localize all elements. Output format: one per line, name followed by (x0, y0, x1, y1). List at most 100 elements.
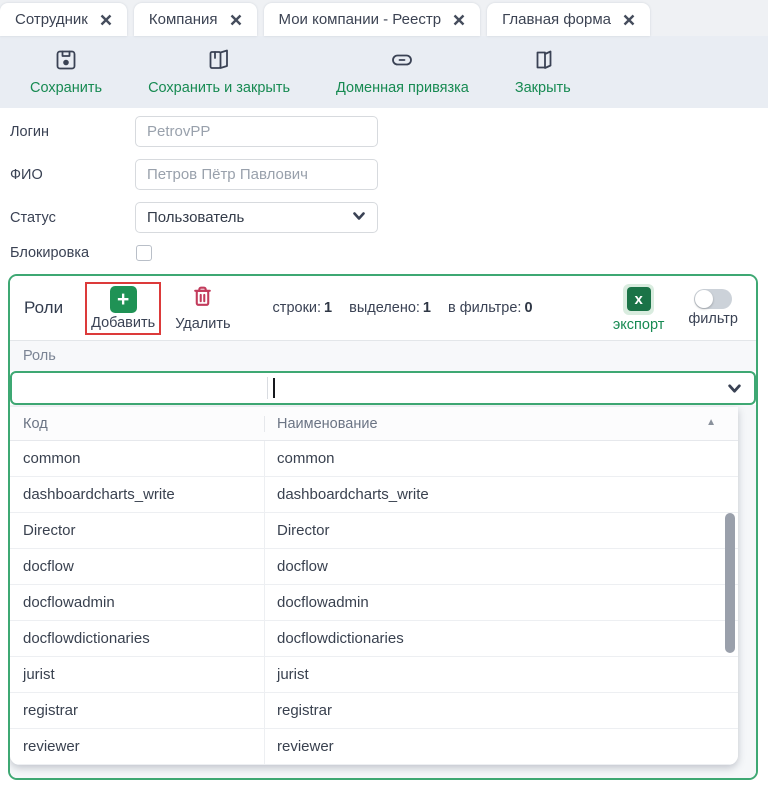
filter-toggle[interactable] (694, 289, 732, 309)
excel-export-label: экспорт (613, 317, 664, 333)
save-button[interactable]: Сохранить (30, 48, 102, 96)
roles-panel: Роли + Добавить Удалить строки:1 выделен… (8, 274, 758, 780)
employee-form: Логин PetrovPP ФИО Петров Пётр Павлович … (0, 108, 768, 261)
name-cell: docflowadmin (265, 585, 738, 620)
tab-employee[interactable]: Сотрудник (0, 3, 127, 36)
tab-my-companies-registry[interactable]: Мои компании - Реестр (264, 3, 481, 36)
status-value: Пользователь (147, 209, 244, 226)
roles-panel-header: Роли + Добавить Удалить строки:1 выделен… (10, 276, 756, 340)
delete-button-label: Удалить (175, 316, 230, 332)
name-cell: docflow (265, 549, 738, 584)
add-button-wrap: + Добавить (91, 286, 155, 331)
code-cell: reviewer (10, 729, 265, 764)
save-and-close-icon (207, 48, 231, 77)
dropdown-row[interactable]: dashboardcharts_write dashboardcharts_wr… (10, 477, 738, 513)
login-input[interactable]: PetrovPP (135, 116, 378, 147)
filter-toggle-wrap: фильтр (688, 289, 738, 327)
role-dropdown: Код Наименование ▲ common common dashboa… (10, 407, 738, 765)
dropdown-row[interactable]: docflow docflow (10, 549, 738, 585)
tab-label: Главная форма (502, 11, 611, 28)
tab-close-icon[interactable] (230, 14, 242, 26)
fio-value: Петров Пётр Павлович (147, 166, 308, 183)
code-cell: dashboardcharts_write (10, 477, 265, 512)
tab-company[interactable]: Компания (134, 3, 257, 36)
name-cell: registrar (265, 693, 738, 728)
name-cell: jurist (265, 657, 738, 692)
code-cell: docflowadmin (10, 585, 265, 620)
domain-link-icon (390, 48, 414, 77)
combobox-divider (267, 377, 268, 399)
name-cell: dashboardcharts_write (265, 477, 738, 512)
block-checkbox[interactable] (136, 245, 152, 261)
code-column-header[interactable]: Код (10, 416, 265, 432)
vertical-scrollbar-thumb[interactable] (725, 513, 735, 653)
roles-grid-body: Код Наименование ▲ common common dashboa… (10, 405, 756, 780)
status-label: Статус (10, 210, 135, 226)
save-and-close-button[interactable]: Сохранить и закрыть (148, 48, 290, 96)
tab-main-form[interactable]: Главная форма (487, 3, 650, 36)
form-toolbar: Сохранить Сохранить и закрыть Доменная п… (0, 36, 768, 108)
tab-close-icon[interactable] (623, 14, 635, 26)
dropdown-row[interactable]: docflowadmin docflowadmin (10, 585, 738, 621)
name-column-header[interactable]: Наименование (265, 416, 738, 432)
close-button[interactable]: Закрыть (515, 48, 571, 96)
domain-binding-button[interactable]: Доменная привязка (336, 48, 469, 96)
delete-button[interactable]: Удалить (175, 284, 230, 332)
dropdown-rows: common common dashboardcharts_write dash… (10, 441, 738, 765)
rows-counter: строки:1 (273, 300, 333, 316)
code-cell: jurist (10, 657, 265, 692)
filtered-counter: в фильтре:0 (448, 300, 533, 316)
trash-icon (190, 284, 215, 314)
dropdown-row[interactable]: docflowdictionaries docflowdictionaries (10, 621, 738, 657)
tab-close-icon[interactable] (100, 14, 112, 26)
dropdown-row[interactable]: registrar registrar (10, 693, 738, 729)
chevron-down-icon[interactable] (727, 381, 742, 401)
code-cell: docflowdictionaries (10, 621, 265, 656)
text-cursor (273, 378, 275, 398)
tab-close-icon[interactable] (453, 14, 465, 26)
status-select[interactable]: Пользователь (135, 202, 378, 233)
dropdown-row[interactable]: jurist jurist (10, 657, 738, 693)
save-icon (54, 48, 78, 77)
fio-row: ФИО Петров Пётр Павлович (10, 159, 768, 190)
code-cell: registrar (10, 693, 265, 728)
filter-toggle-label: фильтр (688, 311, 738, 327)
name-cell: Director (265, 513, 738, 548)
dropdown-row[interactable]: reviewer reviewer (10, 729, 738, 765)
excel-icon: x (623, 284, 654, 315)
status-row: Статус Пользователь (10, 202, 768, 233)
code-cell: docflow (10, 549, 265, 584)
name-cell: docflowdictionaries (265, 621, 738, 656)
role-column-header[interactable]: Роль (10, 340, 756, 371)
dropdown-row[interactable]: common common (10, 441, 738, 477)
add-button-label: Добавить (91, 315, 155, 331)
chevron-down-icon (352, 209, 366, 227)
login-value: PetrovPP (147, 123, 210, 140)
plus-icon: + (110, 286, 137, 313)
domain-binding-button-label: Доменная привязка (336, 80, 469, 96)
excel-export-button[interactable]: x экспорт (613, 284, 664, 333)
grid-counters: строки:1 выделено:1 в фильтре:0 (273, 300, 533, 316)
code-cell: Director (10, 513, 265, 548)
close-door-icon (531, 48, 555, 77)
tab-label: Мои компании - Реестр (279, 11, 442, 28)
block-row: Блокировка (10, 245, 768, 261)
dropdown-row[interactable]: Director Director (10, 513, 738, 549)
save-and-close-button-label: Сохранить и закрыть (148, 80, 290, 96)
name-cell: common (265, 441, 738, 476)
add-button[interactable]: + Добавить (91, 286, 155, 331)
sort-ascending-icon[interactable]: ▲ (706, 417, 716, 428)
fio-input[interactable]: Петров Пётр Павлович (135, 159, 378, 190)
name-cell: reviewer (265, 729, 738, 764)
role-combobox[interactable] (10, 371, 756, 405)
tab-label: Компания (149, 11, 218, 28)
login-label: Логин (10, 124, 135, 140)
selected-counter: выделено:1 (349, 300, 431, 316)
tab-bar: Сотрудник Компания Мои компании - Реестр… (0, 0, 768, 36)
code-cell: common (10, 441, 265, 476)
save-button-label: Сохранить (30, 80, 102, 96)
filter-toggle-knob (695, 290, 713, 308)
fio-label: ФИО (10, 167, 135, 183)
dropdown-header: Код Наименование ▲ (10, 407, 738, 441)
login-row: Логин PetrovPP (10, 116, 768, 147)
